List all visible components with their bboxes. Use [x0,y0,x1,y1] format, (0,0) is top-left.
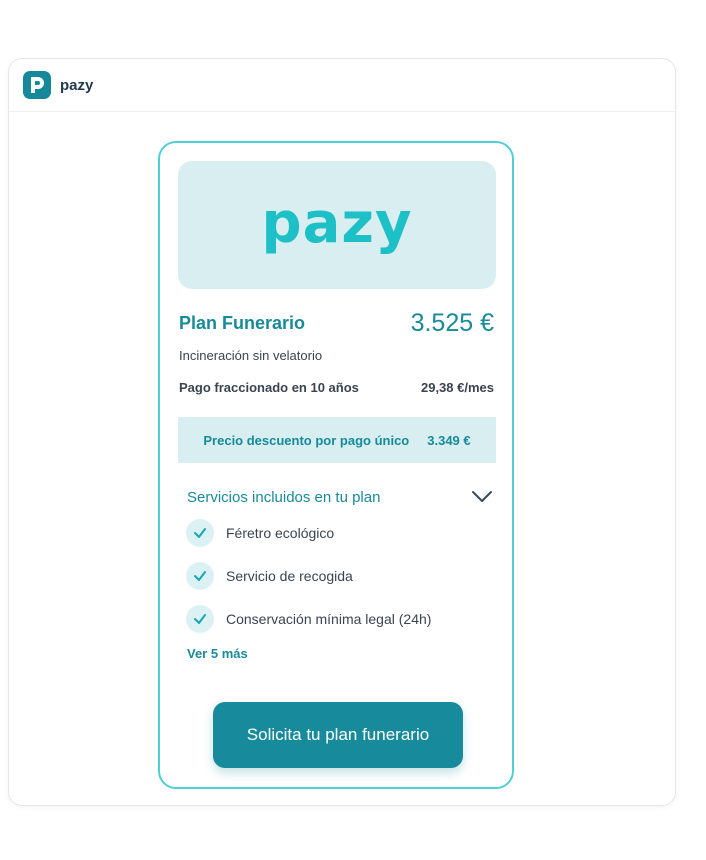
check-icon [186,562,214,590]
check-icon [186,519,214,547]
hero-banner: pazy [178,161,496,289]
chevron-down-icon[interactable] [471,490,493,504]
app-name: pazy [60,77,94,94]
services-title: Servicios incluidos en tu plan [187,488,381,506]
discount-value: 3.349 € [427,432,471,448]
show-more-link[interactable]: Ver 5 más [187,646,248,661]
service-label: Féretro ecológico [226,525,335,541]
pazy-logo-icon-glyph [31,77,44,93]
request-plan-button[interactable]: Solicita tu plan funerario [213,702,463,768]
check-icon [186,605,214,633]
hero-logo: pazy [261,190,413,256]
service-label: Servicio de recogida [226,568,353,584]
service-item: Féretro ecológico [186,518,334,548]
installment-value: 29,38 €/mes [420,380,494,395]
discount-label: Precio descuento por pago único [203,432,410,448]
service-item: Servicio de recogida [186,561,353,591]
app-header: pazy [9,59,675,112]
discount-banner: Precio descuento por pago único 3.349 € [178,417,496,463]
services-toggle[interactable]: Servicios incluidos en tu plan [187,485,493,509]
plan-card: pazy Plan Funerario 3.525 € Incineración… [158,141,514,789]
pazy-logo-icon[interactable] [23,71,51,99]
plan-title: Plan Funerario [179,313,306,333]
plan-price: 3.525 € [410,309,494,337]
service-item: Conservación mínima legal (24h) [186,604,431,634]
plan-subtitle: Incineración sin velatorio [179,348,323,363]
service-label: Conservación mínima legal (24h) [226,611,432,627]
installment-label: Pago fraccionado en 10 años [179,380,359,395]
